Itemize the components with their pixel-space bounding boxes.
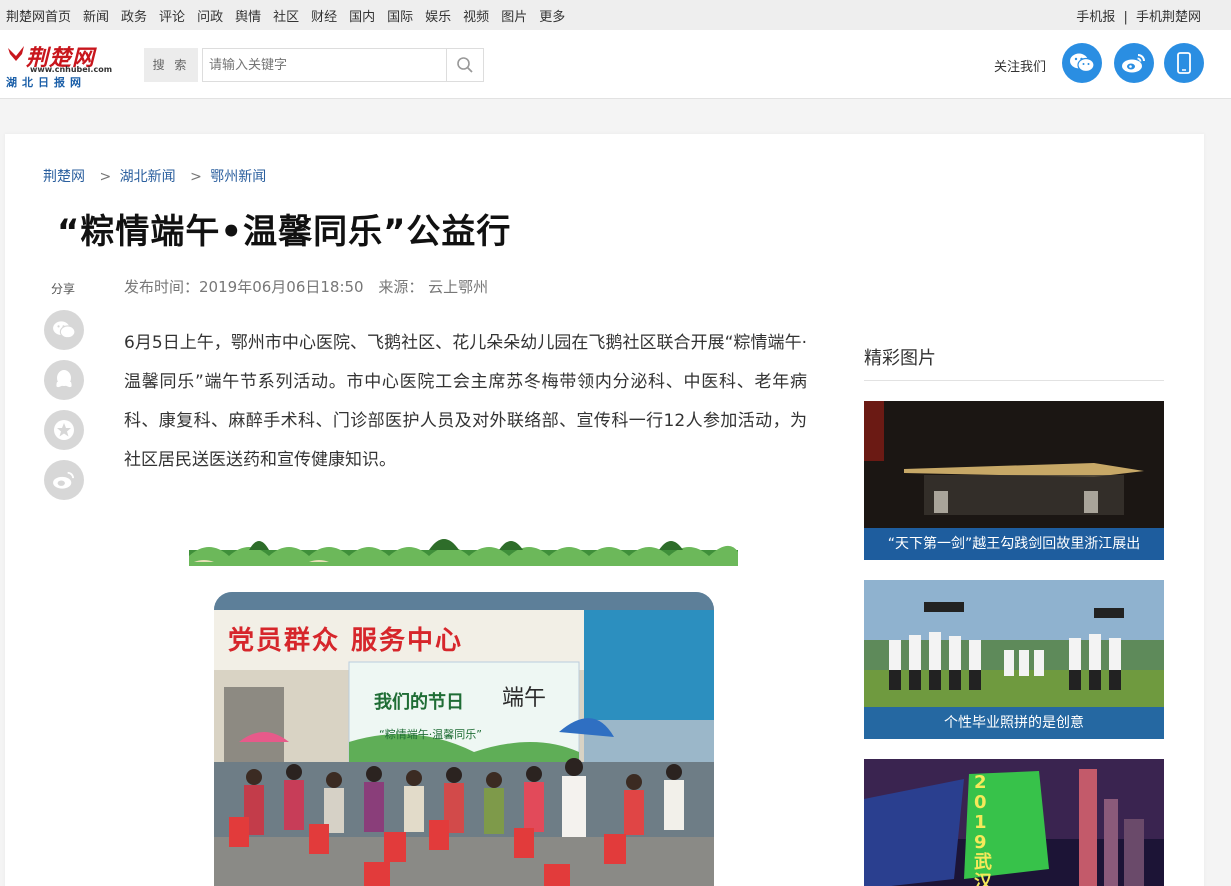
source-name[interactable]: 云上鄂州: [428, 278, 488, 296]
follow-us-label: 关注我们: [994, 60, 1047, 75]
search-input[interactable]: [202, 48, 447, 82]
breadcrumb-item[interactable]: 鄂州新闻: [210, 169, 266, 185]
top-nav-item[interactable]: 问政: [197, 10, 223, 25]
top-navigation-bar: 荆楚网首页 新闻 政务 评论 问政 舆情 社区 财经 国内 国际 娱乐 视频 图片 更多 手机报 | 手机…: [0, 0, 1231, 30]
article-paragraph: 6月5日上午，鄂州市中心医院、飞鹅社区、花儿朵朵幼儿园在飞鹅社区联合开展“粽情端…: [124, 333, 807, 470]
top-nav-item[interactable]: 国内: [349, 10, 375, 25]
breadcrumb-item[interactable]: 湖北新闻: [120, 169, 176, 185]
top-nav-item[interactable]: 国际: [387, 10, 413, 25]
breadcrumb: 荆楚网 > 湖北新闻 > 鄂州新闻: [43, 166, 266, 186]
qq-icon: [56, 370, 72, 388]
wuhan-night-photo: [864, 759, 1164, 886]
festival-banner-decoration: [189, 539, 738, 566]
favorite-icon: [54, 420, 74, 440]
publish-time: 2019年06月06日18:50: [199, 278, 364, 296]
sidebar-photo-overlay-text: 2019武汉: [974, 772, 992, 886]
top-nav-item[interactable]: 荆楚网首页: [6, 10, 71, 25]
site-logo[interactable]: 荆楚网 www.cnhubei.com 湖北日报网: [6, 38, 112, 89]
sidebar-photo-item[interactable]: “天下第一剑”越王勾践剑回故里浙江展出: [864, 401, 1164, 560]
search-label: 搜 索: [144, 48, 198, 82]
share-label: 分享: [51, 282, 76, 296]
article-card: 荆楚网 > 湖北新闻 > 鄂州新闻 “粽情端午•温馨同乐”公益行 分享 发布时间…: [5, 134, 1204, 886]
source-label: 来源：: [378, 278, 424, 296]
top-nav-item[interactable]: 政务: [121, 10, 147, 25]
weibo-icon: [53, 471, 74, 489]
share-favorite-button[interactable]: [44, 410, 84, 450]
weibo-follow-button[interactable]: [1114, 43, 1154, 83]
sidebar-photo-caption: “天下第一剑”越王勾践剑回故里浙江展出: [864, 528, 1164, 560]
top-nav-right: 手机报 | 手机荆楚网: [1076, 6, 1201, 25]
top-nav-item[interactable]: 财经: [311, 10, 337, 25]
search-icon: [457, 57, 473, 73]
separator: |: [1123, 10, 1128, 25]
share-qq-button[interactable]: [44, 360, 84, 400]
article-title: “粽情端午•温馨同乐”公益行: [57, 212, 512, 252]
wechat-icon: [1070, 53, 1095, 73]
share-wechat-button[interactable]: [44, 310, 84, 350]
photo-banner-sub: “粽情端午·温馨同乐”: [379, 728, 482, 741]
wechat-follow-button[interactable]: [1062, 43, 1102, 83]
article-meta: 发布时间：2019年06月06日18:50 来源： 云上鄂州: [124, 276, 488, 297]
mobile-paper-link[interactable]: 手机报: [1076, 10, 1115, 25]
sidebar-photo-item[interactable]: 2019武汉: [864, 759, 1164, 886]
top-nav-item[interactable]: 舆情: [235, 10, 261, 25]
top-nav-item[interactable]: 更多: [539, 10, 565, 25]
search-button[interactable]: [446, 48, 484, 82]
breadcrumb-separator: >: [99, 169, 112, 185]
photo-banner-text: 我们的节日: [374, 692, 464, 713]
weibo-icon: [1122, 54, 1145, 73]
logo-subtitle: 湖北日报网: [6, 76, 86, 89]
top-nav-item[interactable]: 图片: [501, 10, 527, 25]
mobile-site-link[interactable]: 手机荆楚网: [1136, 10, 1201, 25]
share-weibo-button[interactable]: [44, 460, 84, 500]
site-header: 荆楚网 www.cnhubei.com 湖北日报网 搜 索 关注我们: [0, 30, 1231, 99]
sidebar-title: 精彩图片: [864, 348, 936, 369]
top-nav-item[interactable]: 娱乐: [425, 10, 451, 25]
top-nav-item[interactable]: 社区: [273, 10, 299, 25]
publish-label: 发布时间：: [124, 278, 200, 296]
sidebar-photo-caption: 个性毕业照拼的是创意: [864, 707, 1164, 739]
mobile-follow-button[interactable]: [1164, 43, 1204, 83]
logo-bird-icon: [8, 46, 24, 61]
mobile-phone-icon: [1177, 52, 1191, 74]
photo-sign-text: 党员群众 服务中心: [228, 626, 464, 656]
top-nav-item[interactable]: 评论: [159, 10, 185, 25]
sidebar-photo-item[interactable]: 个性毕业照拼的是创意: [864, 580, 1164, 739]
top-nav-links: 荆楚网首页 新闻 政务 评论 问政 舆情 社区 财经 国内 国际 娱乐 视频 图片 更多: [6, 6, 577, 25]
article-photo: 党员群众 服务中心 我们的节日 端午 “粽情端午·温馨同乐”: [214, 592, 714, 886]
wechat-icon: [53, 321, 76, 339]
breadcrumb-item[interactable]: 荆楚网: [43, 169, 85, 185]
top-nav-item[interactable]: 视频: [463, 10, 489, 25]
breadcrumb-separator: >: [190, 169, 202, 185]
logo-domain: www.cnhubei.com: [30, 65, 113, 74]
photo-duanwu-text: 端午: [502, 686, 547, 711]
top-nav-item[interactable]: 新闻: [83, 10, 109, 25]
sidebar-divider: [864, 380, 1164, 381]
